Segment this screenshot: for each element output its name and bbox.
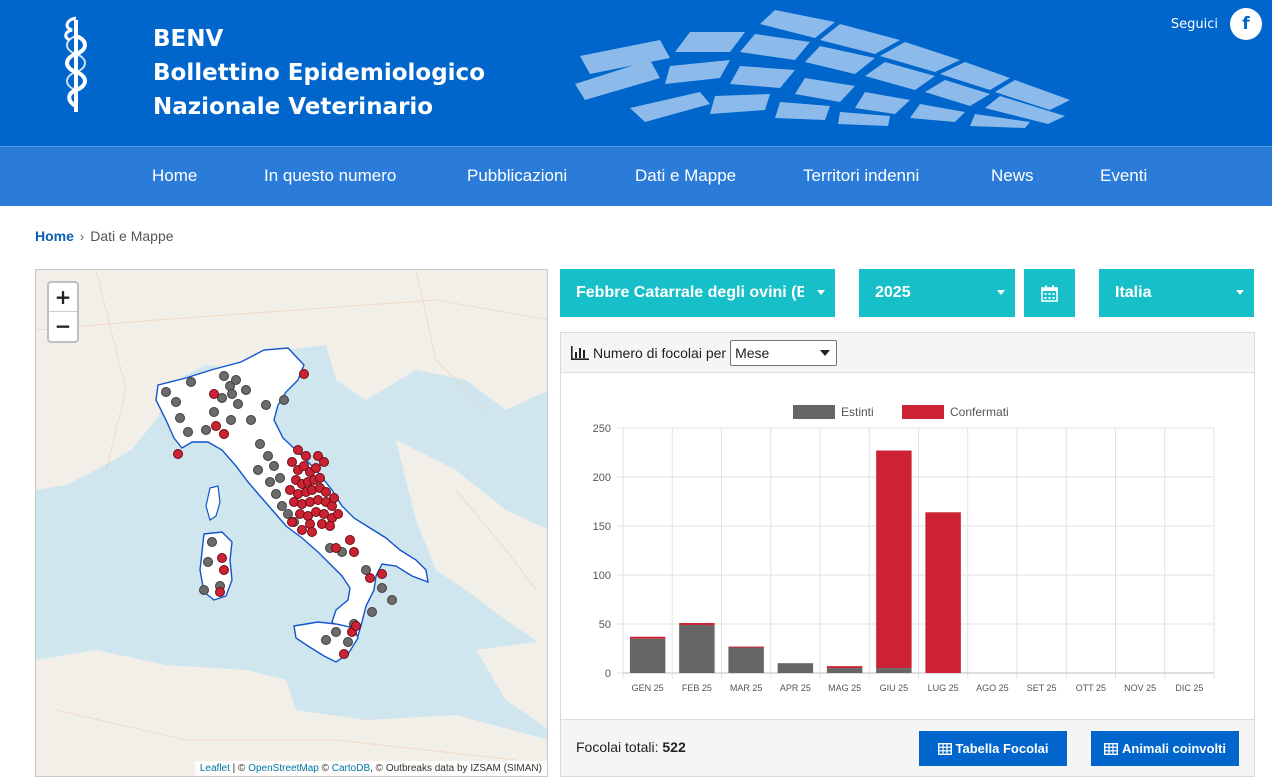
legend-label: Estinti: [841, 405, 874, 419]
y-tick-label: 250: [593, 423, 611, 435]
facebook-icon[interactable]: f: [1230, 8, 1262, 40]
y-tick-label: 100: [593, 570, 611, 582]
x-tick-label: DIC 25: [1175, 683, 1203, 693]
x-tick-label: FEB 25: [682, 683, 712, 693]
zoom-out-button[interactable]: −: [49, 312, 77, 341]
table-icon: [937, 742, 952, 755]
bar-estinti: [777, 663, 814, 673]
total-label: Focolai totali:: [576, 739, 659, 755]
disease-dropdown[interactable]: Febbre Catarrale degli ovini (BT): [560, 269, 835, 317]
chevron-right-icon: ›: [79, 228, 85, 244]
x-tick-label: OTT 25: [1076, 683, 1106, 693]
x-tick-label: LUG 25: [928, 683, 959, 693]
chevron-down-icon: [820, 349, 831, 356]
animals-involved-label: Animali coinvolti: [1121, 741, 1226, 756]
x-tick-label: SET 25: [1027, 683, 1057, 693]
outbreak-table-label: Tabella Focolai: [955, 741, 1049, 756]
bar-confermati: [925, 512, 961, 673]
breadcrumb: Home › Dati e Mappe: [35, 228, 174, 244]
map-basemap[interactable]: [36, 270, 548, 777]
x-tick-label: NOV 25: [1124, 683, 1156, 693]
legend-label: Confermati: [950, 405, 1009, 419]
x-tick-label: AGO 25: [976, 683, 1009, 693]
attribution-sep-2: ©: [318, 763, 332, 774]
area-selected: Italia: [1115, 284, 1152, 301]
outbreak-map[interactable]: + − Leaflet | © OpenStreetMap © CartoDB,…: [35, 269, 548, 777]
year-dropdown[interactable]: 2025: [859, 269, 1015, 317]
leaflet-link[interactable]: Leaflet: [200, 763, 230, 774]
nav-item-territori-indenni[interactable]: Territori indenni: [803, 147, 919, 205]
social-follow: Seguici f: [1171, 8, 1262, 40]
x-tick-label: MAG 25: [828, 683, 861, 693]
brand-line-2: Nazionale Veterinario: [153, 94, 434, 120]
animals-involved-button[interactable]: Animali coinvolti: [1091, 731, 1239, 766]
x-tick-label: APR 25: [780, 683, 811, 693]
map-attribution: Leaflet | © OpenStreetMap © CartoDB, © O…: [194, 761, 547, 776]
bar-estinti: [679, 624, 715, 673]
caduceus-logo-icon[interactable]: [58, 14, 94, 114]
bar-estinti: [876, 668, 912, 673]
caret-down-icon: [997, 290, 1005, 295]
y-tick-label: 0: [605, 668, 611, 680]
header-decoration: [575, 10, 1070, 128]
zoom-control: + −: [47, 281, 79, 343]
nav-item-pubblicazioni[interactable]: Pubblicazioni: [467, 147, 567, 205]
legend-swatch-estinti: [793, 405, 835, 419]
y-tick-label: 50: [599, 619, 611, 631]
chart-panel: Numero di focolai per Mese 0 50 100 150 200 2…: [560, 332, 1255, 777]
bar-confermati: [876, 450, 912, 669]
calendar-button[interactable]: [1024, 269, 1075, 317]
nav-item-news[interactable]: News: [991, 147, 1034, 205]
bar-confermati: [826, 666, 863, 669]
main-nav: Home In questo numero Pubblicazioni Dati…: [0, 146, 1272, 206]
nav-item-dati-e-mappe[interactable]: Dati e Mappe: [635, 147, 736, 205]
x-tick-label: MAR 25: [730, 683, 763, 693]
nav-item-home[interactable]: Home: [152, 147, 197, 205]
table-icon: [1103, 742, 1118, 755]
cartodb-link[interactable]: CartoDB: [332, 763, 370, 774]
osm-link[interactable]: OpenStreetMap: [248, 763, 319, 774]
brand-line-1: Bollettino Epidemiologico: [153, 60, 485, 86]
outbreaks-bar-chart[interactable]: 0 50 100 150 200 250 GEN 25 FEB 25 MAR 25 APR 25 M…: [561, 373, 1254, 719]
area-dropdown[interactable]: Italia: [1099, 269, 1254, 317]
y-tick-label: 200: [593, 472, 611, 484]
legend-swatch-confermati: [902, 405, 944, 419]
breadcrumb-home-link[interactable]: Home: [35, 228, 74, 244]
year-selected: 2025: [875, 284, 911, 301]
nav-item-eventi[interactable]: Eventi: [1100, 147, 1147, 205]
breadcrumb-current: Dati e Mappe: [90, 228, 174, 244]
bar-confermati: [679, 623, 715, 625]
y-tick-label: 150: [593, 521, 611, 533]
x-tick-label: GEN 25: [632, 683, 664, 693]
bar-estinti: [629, 638, 666, 673]
disease-selected: Febbre Catarrale degli ovini (BT): [576, 284, 804, 301]
x-tick-label: GIU 25: [880, 683, 909, 693]
caret-down-icon: [1236, 290, 1244, 295]
bar-confermati: [629, 636, 666, 639]
caret-down-icon: [817, 290, 825, 295]
brand-title[interactable]: BENV Bollettino Epidemiologico Nazionale…: [153, 22, 485, 124]
attribution-rest: , © Outbreaks data by IZSAM (SIMAN): [370, 763, 542, 774]
attribution-sep-1: | ©: [229, 763, 249, 774]
bar-chart-icon: [571, 345, 589, 360]
period-selected: Mese: [735, 344, 770, 361]
follow-label: Seguici: [1170, 16, 1218, 32]
bar-estinti: [728, 647, 764, 673]
brand-short: BENV: [153, 26, 224, 52]
site-header: BENV Bollettino Epidemiologico Nazionale…: [0, 0, 1272, 146]
nav-item-in-questo-numero[interactable]: In questo numero: [264, 147, 396, 205]
chart-panel-header: Numero di focolai per Mese: [561, 333, 1254, 373]
chart-header-label: Numero di focolai per: [593, 344, 727, 361]
chart-panel-footer: Focolai totali: 522 Tabella Focolai Anim…: [561, 719, 1254, 776]
outbreak-table-button[interactable]: Tabella Focolai: [919, 731, 1067, 766]
calendar-icon: [1041, 285, 1058, 302]
bar-estinti: [826, 668, 863, 673]
total-outbreaks: Focolai totali: 522: [576, 739, 686, 755]
period-select[interactable]: Mese: [730, 339, 838, 366]
total-value: 522: [662, 739, 686, 755]
bar-confermati: [728, 646, 764, 648]
zoom-in-button[interactable]: +: [49, 283, 77, 312]
